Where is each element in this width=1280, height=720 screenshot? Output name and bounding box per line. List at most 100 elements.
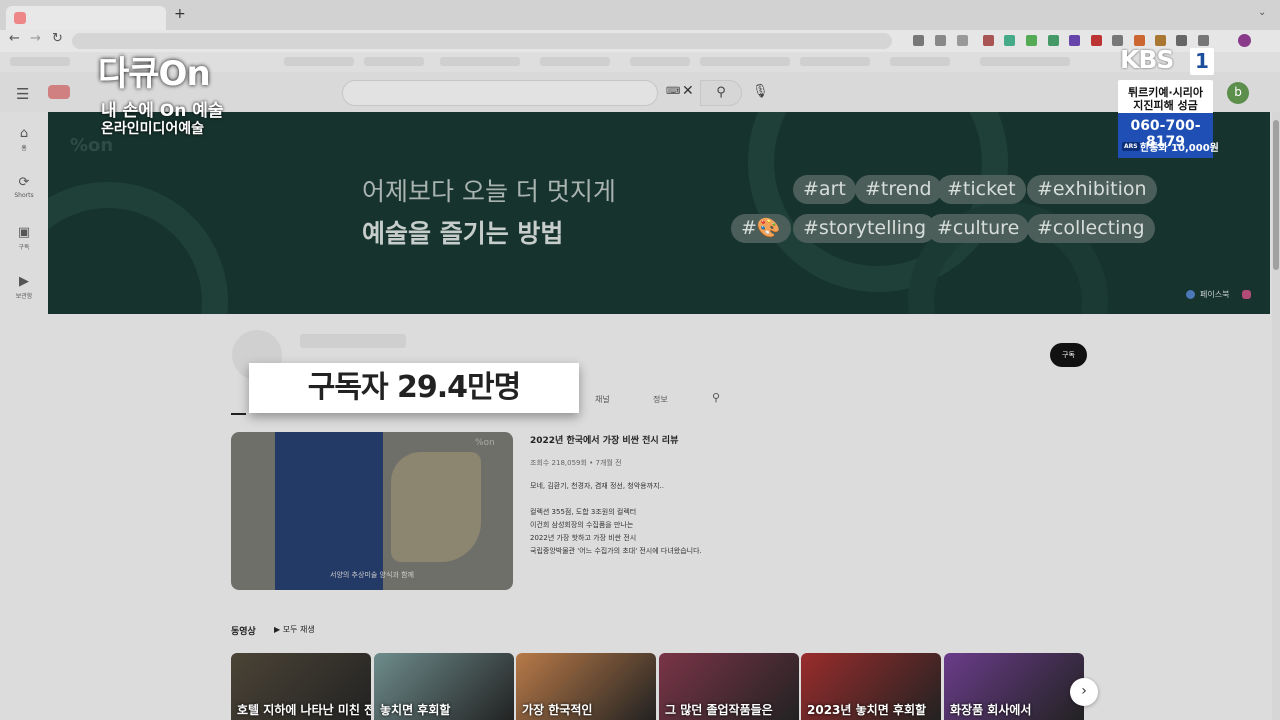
sidebar-item-home[interactable]: ⌂ 홈 (0, 126, 48, 152)
play-all-label: 모두 재생 (282, 625, 315, 634)
banner-decoration (48, 182, 228, 314)
video-thumbnail[interactable]: 호텔 지하에 나타난 미친 전시 (231, 653, 371, 720)
video-thumbnail-title: 가장 한국적인 (522, 703, 593, 717)
video-thumbnail[interactable]: 그 많던 졸업작품들은 (659, 653, 799, 720)
scrollbar-thumb[interactable] (1273, 120, 1279, 270)
chevron-right-icon[interactable]: › (1070, 678, 1098, 706)
bookmark-item[interactable] (364, 57, 424, 66)
broadcaster-logo: KBS (1120, 45, 1174, 74)
play-all-button[interactable]: ▶ 모두 재생 (274, 624, 315, 635)
featured-video-thumbnail[interactable]: %on 서양의 추상미술 양식과 함께 (231, 432, 513, 590)
bookmark-item[interactable] (630, 57, 690, 66)
browser-tab[interactable] (6, 6, 166, 30)
favicon-icon (14, 12, 26, 24)
featured-video-title[interactable]: 2022년 한국에서 가장 비싼 전시 리뷰 (530, 433, 678, 446)
tab-strip (0, 0, 1280, 30)
bookmark-item[interactable] (700, 57, 790, 66)
scrollbar[interactable] (1272, 112, 1280, 720)
subscribe-button[interactable]: 구독 (1050, 343, 1087, 367)
sidebar-icon[interactable] (1198, 35, 1209, 46)
thumbnail-sculpture (391, 452, 481, 562)
chevron-down-icon[interactable]: ⌄ (1258, 7, 1266, 18)
search-icon[interactable]: ⚲ (712, 391, 720, 404)
thumbnail-logo: %on (475, 438, 495, 448)
puzzle-icon[interactable] (1176, 35, 1187, 46)
search-icon: ⚲ (716, 85, 726, 100)
hamburger-menu-icon[interactable]: ☰ (16, 85, 29, 103)
extension-icon[interactable] (983, 35, 994, 46)
avatar[interactable]: b (1227, 82, 1249, 104)
reload-button[interactable]: ↻ (52, 31, 63, 46)
share-icon[interactable] (935, 35, 946, 46)
video-thumbnail[interactable]: 놓치면 후회할 (374, 653, 514, 720)
instagram-icon[interactable] (1242, 290, 1251, 299)
banner-hashtag: #art (793, 175, 856, 204)
subscriptions-icon: ▣ (17, 225, 31, 240)
broadcaster-channel-number: 1 (1190, 48, 1214, 75)
forward-button[interactable]: → (30, 31, 41, 46)
extension-icon[interactable] (1026, 35, 1037, 46)
featured-video-description: 국립중앙박물관 '어느 수집가의 초대' 전시에 다녀왔습니다. (530, 547, 702, 555)
bookmark-item[interactable] (540, 57, 610, 66)
search-box (342, 80, 659, 106)
youtube-logo[interactable] (48, 85, 70, 99)
microphone-icon[interactable]: 🎙 (752, 84, 769, 99)
profile-icon[interactable] (1238, 34, 1251, 47)
close-icon[interactable]: ✕ (682, 83, 694, 99)
extension-icon[interactable] (1004, 35, 1015, 46)
sidebar-item-subscriptions[interactable]: ▣ 구독 (0, 225, 48, 251)
back-button[interactable]: ← (9, 31, 20, 46)
home-icon: ⌂ (19, 126, 29, 141)
ars-badge: ARS (1122, 142, 1140, 151)
subscriber-caption: 구독자 29.4만명 (249, 363, 579, 413)
bookmark-item[interactable] (440, 57, 520, 66)
banner-hashtag: #ticket (937, 175, 1026, 204)
video-thumbnail-title: 그 많던 졸업작품들은 (665, 703, 773, 717)
sidebar-item-label: 보관함 (15, 293, 33, 300)
featured-video-description: 컬렉션 355점, 도합 3조원의 컬렉터 (530, 508, 637, 516)
program-subtitle-2: 온라인미디어예술 (101, 121, 205, 137)
library-icon: ▶ (19, 274, 29, 289)
bookmark-item[interactable] (10, 57, 70, 66)
search-button[interactable]: ⚲ (700, 80, 742, 106)
bookmark-item[interactable] (284, 57, 354, 66)
bookmark-item[interactable] (890, 57, 950, 66)
thumbnail-caption: 서양의 추상미술 양식과 함께 (330, 571, 414, 579)
keyboard-icon[interactable]: ⌨ (666, 86, 680, 97)
tab-underline (231, 413, 246, 415)
donation-subtitle: 지진피해 성금 (1133, 99, 1198, 112)
search-input[interactable] (359, 85, 659, 101)
extension-icon[interactable] (1048, 35, 1059, 46)
sidebar-item-label: 구독 (18, 244, 30, 251)
tab-channels[interactable]: 채널 (595, 394, 610, 405)
channel-banner (48, 112, 1270, 314)
bookmark-item[interactable] (800, 57, 870, 66)
bookmark-star-icon[interactable] (957, 35, 968, 46)
video-thumbnail[interactable]: 화장품 회사에서 (944, 653, 1084, 720)
install-icon[interactable] (913, 35, 924, 46)
donation-fee: 한통화 10,000원 (1140, 143, 1219, 154)
video-thumbnail-title: 놓치면 후회할 (380, 703, 451, 717)
video-thumbnail-title: 화장품 회사에서 (950, 703, 1032, 717)
facebook-link[interactable]: 페이스북 (1200, 289, 1229, 300)
video-thumbnail[interactable]: 가장 한국적인 (516, 653, 656, 720)
new-tab-button[interactable]: + (174, 6, 186, 22)
shelf-title[interactable]: 동영상 (231, 624, 256, 637)
banner-hashtag: #collecting (1027, 214, 1155, 243)
banner-hashtag: #exhibition (1027, 175, 1157, 204)
tab-about[interactable]: 정보 (653, 394, 668, 405)
sidebar-item-shorts[interactable]: ⟳ Shorts (0, 175, 48, 199)
bookmark-item[interactable] (980, 57, 1070, 66)
extension-icon[interactable] (1069, 35, 1080, 46)
video-thumbnail-title: 호텔 지하에 나타난 미친 전시 (237, 703, 371, 717)
video-thumbnail[interactable]: 2023년 놓치면 후회할 (801, 653, 941, 720)
facebook-icon[interactable] (1186, 290, 1195, 299)
banner-tagline: 어제보다 오늘 더 멋지게 (362, 177, 616, 206)
sidebar-item-library[interactable]: ▶ 보관함 (0, 274, 48, 300)
sidebar-item-label: Shorts (14, 192, 34, 199)
sidebar-item-label: 홈 (21, 145, 27, 152)
banner-hashtag: #trend (855, 175, 942, 204)
featured-video-description: 모네, 김환기, 천경자, 겸재 정선, 청악용까지.. (530, 482, 664, 490)
program-logo: 다큐On (98, 54, 211, 94)
extension-icon[interactable] (1091, 35, 1102, 46)
